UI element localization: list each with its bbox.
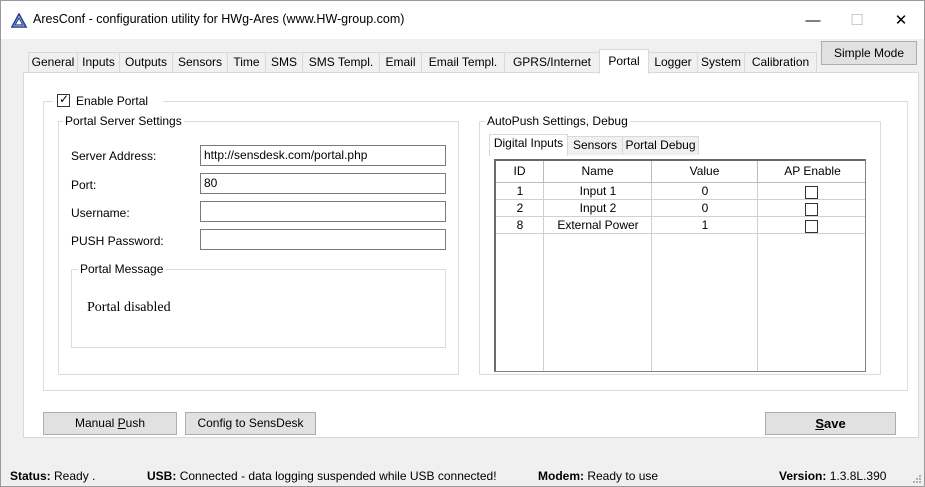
tab-portal[interactable]: Portal (599, 49, 649, 74)
enable-portal-checkbox[interactable]: ✓ (57, 92, 70, 107)
cell-name: Input 1 (544, 184, 652, 200)
column-header-id[interactable]: ID (496, 161, 544, 183)
username-label: Username: (71, 206, 130, 220)
ap-enable-checkbox[interactable] (805, 186, 818, 199)
cell-value: 1 (652, 218, 758, 234)
server-address-input[interactable]: http://sensdesk.com/portal.php (200, 145, 446, 166)
manual-push-button[interactable]: Manual Push (43, 412, 177, 435)
tab-outputs[interactable]: Outputs (119, 52, 173, 73)
checkmark-icon: ✓ (59, 92, 70, 106)
autopush-settings-title: AutoPush Settings, Debug (485, 114, 630, 128)
tab-time[interactable]: Time (227, 52, 266, 73)
cell-name: External Power (544, 218, 652, 234)
version-field: Version: 1.3.8L.390 (779, 469, 887, 483)
username-input[interactable] (200, 201, 446, 222)
cell-id: 1 (496, 184, 544, 200)
tab-email[interactable]: Email (379, 52, 422, 73)
tab-calibration[interactable]: Calibration (744, 52, 817, 73)
tab-gprs-internet[interactable]: GPRS/Internet (504, 52, 600, 73)
portal-message-text: Portal disabled (87, 300, 171, 315)
portal-message-title: Portal Message (78, 262, 166, 276)
tab-general[interactable]: General (28, 52, 78, 73)
port-input[interactable]: 80 (200, 173, 446, 194)
cell-value: 0 (652, 184, 758, 200)
port-label: Port: (71, 178, 97, 192)
save-button[interactable]: Save (765, 412, 896, 435)
column-header-value[interactable]: Value (652, 161, 758, 183)
config-to-sensdesk-button[interactable]: Config to SensDesk (185, 412, 316, 435)
enable-portal-label: Enable Portal (76, 94, 149, 108)
maximize-button[interactable]: ☐ (835, 1, 879, 39)
push-password-label: PUSH Password: (71, 234, 164, 248)
cell-name: Input 2 (544, 201, 652, 217)
ap-enable-checkbox[interactable] (805, 220, 818, 233)
status-bar: Status: Ready . USB: Connected - data lo… (1, 466, 924, 486)
cell-value: 0 (652, 201, 758, 217)
column-header-name[interactable]: Name (544, 161, 652, 183)
tab-portal-debug[interactable]: Portal Debug (622, 136, 699, 155)
cell-id: 2 (496, 201, 544, 217)
tab-system[interactable]: System (697, 52, 745, 73)
tab-autopush-sensors[interactable]: Sensors (567, 136, 623, 155)
tab-digital-inputs[interactable]: Digital Inputs (489, 134, 568, 156)
cell-id: 8 (496, 218, 544, 234)
modem-status-field: Modem: Ready to use (538, 469, 659, 483)
column-header-ap-enable[interactable]: AP Enable (758, 161, 865, 183)
usb-status-field: USB: Connected - data logging suspended … (147, 469, 497, 483)
status-field: Status: Ready . (10, 469, 96, 483)
title-bar: AresConf - configuration utility for HWg… (1, 1, 924, 39)
app-logo-icon (11, 13, 27, 28)
tab-email-templ[interactable]: Email Templ. (421, 52, 505, 73)
close-button[interactable]: ✕ (879, 1, 923, 39)
digital-inputs-grid: ID Name Value AP Enable 1 Input 1 0 2 In… (494, 159, 866, 372)
tab-sms-templ[interactable]: SMS Templ. (302, 52, 380, 73)
app-window: AresConf - configuration utility for HWg… (0, 0, 925, 487)
simple-mode-button[interactable]: Simple Mode (821, 41, 917, 65)
tab-sms[interactable]: SMS (265, 52, 303, 73)
tab-logger[interactable]: Logger (648, 52, 698, 73)
push-password-input[interactable] (200, 229, 446, 250)
window-title: AresConf - configuration utility for HWg… (33, 12, 405, 26)
server-address-label: Server Address: (71, 149, 157, 163)
portal-server-settings-title: Portal Server Settings (63, 114, 184, 128)
tab-inputs[interactable]: Inputs (77, 52, 120, 73)
ap-enable-checkbox[interactable] (805, 203, 818, 216)
tab-sensors[interactable]: Sensors (172, 52, 228, 73)
minimize-button[interactable]: — (791, 1, 835, 39)
resize-grip-icon[interactable] (912, 474, 922, 484)
